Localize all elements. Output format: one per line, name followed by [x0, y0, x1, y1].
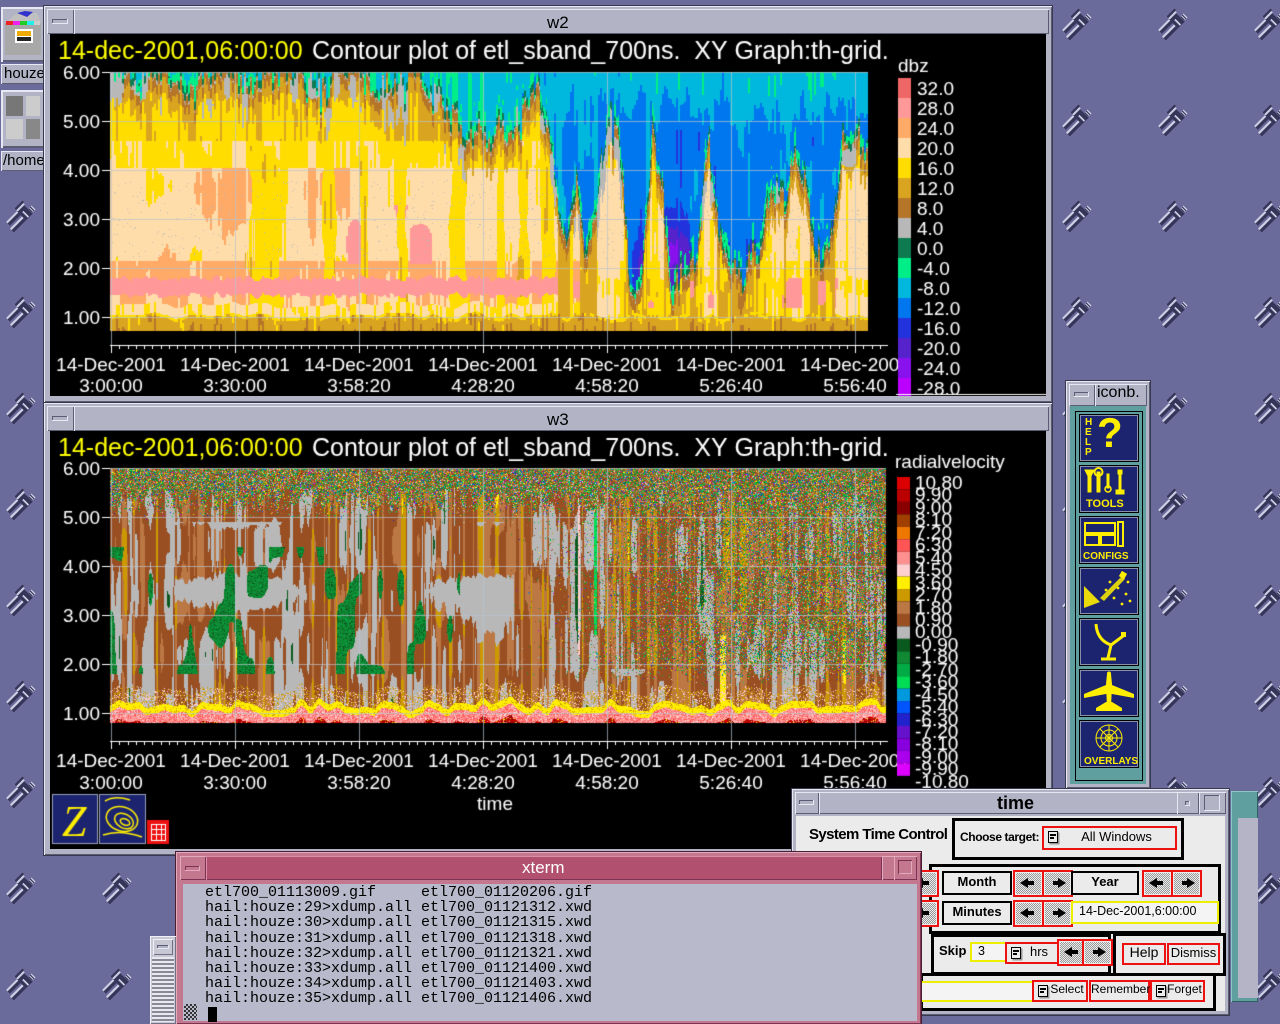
svg-text:TOOLS: TOOLS — [1086, 498, 1124, 510]
svg-text:OVERLAYS: OVERLAYS — [1084, 756, 1138, 767]
svg-text:CONFIGS: CONFIGS — [1083, 551, 1129, 562]
